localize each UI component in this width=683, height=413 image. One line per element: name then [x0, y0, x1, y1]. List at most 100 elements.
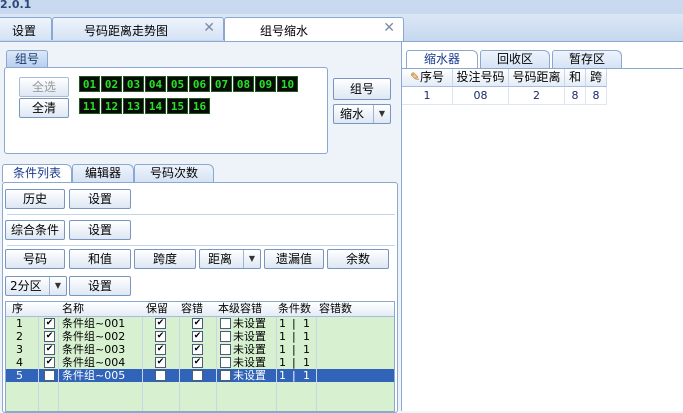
level-tolerance-checkbox[interactable] — [220, 370, 231, 381]
column-header-span[interactable]: 跨 — [586, 69, 607, 87]
number-cell[interactable]: 15 — [167, 98, 188, 114]
row-tolerance-count: 1 — [303, 330, 310, 343]
tab-recycle[interactable]: 回收区 — [480, 50, 550, 68]
settings-button[interactable]: 设置 — [69, 276, 131, 296]
settings-button[interactable]: 设置 — [69, 189, 131, 209]
combined-condition-button[interactable]: 综合条件 — [5, 220, 65, 240]
column-header-bet[interactable]: 投注号码 — [453, 69, 509, 87]
number-cell[interactable]: 16 — [189, 98, 210, 114]
table-row[interactable]: 5 ✔ 条件组~005 ✔ ✔ 未设置 1 | 1 — [6, 369, 394, 382]
number-button[interactable]: 号码 — [5, 249, 65, 269]
shrink-dropdown[interactable]: 缩水 ▼ — [333, 104, 391, 124]
level-tolerance-checkbox[interactable] — [220, 318, 231, 329]
main-tab-strip: 设置 号码距离走势图 ✕ 组号缩水 ✕ — [0, 14, 683, 42]
tab-temp[interactable]: 暂存区 — [552, 50, 622, 68]
column-header-sum[interactable]: 和 — [565, 69, 586, 87]
row-condition-count: 1 — [279, 330, 286, 343]
keep-checkbox[interactable]: ✔ — [155, 318, 166, 329]
span-button[interactable]: 跨度 — [134, 249, 196, 269]
keep-checkbox[interactable]: ✔ — [155, 344, 166, 355]
row-condition-count: 1 — [279, 356, 286, 369]
column-header-distance[interactable]: 号码距离 — [509, 69, 565, 87]
number-cell[interactable]: 13 — [123, 98, 144, 114]
level-tolerance-checkbox[interactable] — [220, 331, 231, 342]
result-cell[interactable]: 8 — [565, 87, 586, 105]
divider — [7, 214, 395, 215]
number-cell[interactable]: 08 — [233, 76, 254, 92]
missing-value-button[interactable]: 遗漏值 — [264, 249, 324, 269]
tab-group-shrink[interactable]: 组号缩水 ✕ — [224, 17, 404, 41]
keep-checkbox[interactable]: ✔ — [155, 370, 166, 381]
number-cell[interactable]: 06 — [189, 76, 210, 92]
number-cell[interactable]: 05 — [167, 76, 188, 92]
result-cell[interactable]: 1 — [402, 87, 453, 105]
distance-dropdown[interactable]: 距离 ▼ — [199, 249, 261, 269]
result-cell[interactable]: 2 — [509, 87, 565, 105]
history-button[interactable]: 历史 — [5, 189, 65, 209]
tab-condition-list[interactable]: 条件列表 — [2, 164, 72, 182]
row-name: 条件组~002 — [62, 330, 126, 343]
table-row[interactable]: 4 ✔ 条件组~004 ✔ ✔ 未设置 1 | 1 — [6, 356, 394, 369]
sum-button[interactable]: 和值 — [69, 249, 131, 269]
close-icon[interactable]: ✕ — [203, 20, 215, 36]
row-name: 条件组~003 — [62, 343, 126, 356]
row-checkbox[interactable]: ✔ — [44, 357, 55, 368]
row-checkbox[interactable]: ✔ — [44, 318, 55, 329]
tolerance-checkbox[interactable]: ✔ — [192, 344, 203, 355]
keep-checkbox[interactable]: ✔ — [155, 357, 166, 368]
row-checkbox[interactable]: ✔ — [44, 344, 55, 355]
number-cell[interactable]: 07 — [211, 76, 232, 92]
settings-button[interactable]: 设置 — [69, 220, 131, 240]
divider — [7, 245, 395, 246]
table-row[interactable]: 1 ✔ 条件组~001 ✔ ✔ 未设置 1 | 1 — [6, 317, 394, 330]
condition-grid: 序 名称 保留 容错 本级容错 条件数 容错数 1 ✔ 条件组~001 ✔ ✔ 未设置 1 |… — [5, 301, 395, 412]
level-tolerance-checkbox[interactable] — [220, 344, 231, 355]
row-condition-count: 1 — [279, 369, 286, 382]
tolerance-checkbox[interactable]: ✔ — [192, 331, 203, 342]
number-cell[interactable]: 01 — [79, 76, 100, 92]
version-text: 2.0.1 — [0, 0, 32, 11]
result-cell[interactable]: 08 — [453, 87, 509, 105]
number-cell[interactable]: 10 — [277, 76, 298, 92]
row-tolerance-count: 1 — [303, 343, 310, 356]
group-button[interactable]: 组号 — [333, 78, 391, 100]
cell-separator: | — [292, 330, 296, 343]
row-checkbox[interactable]: ✔ — [44, 370, 55, 381]
number-cell[interactable]: 12 — [101, 98, 122, 114]
tolerance-checkbox[interactable]: ✔ — [192, 318, 203, 329]
row-checkbox[interactable]: ✔ — [44, 331, 55, 342]
row-level-tolerance: 未设置 — [233, 330, 266, 343]
zone-dropdown[interactable]: 2分区 ▼ — [5, 276, 67, 296]
group-number-box: 全选 全清 01 02 03 04 05 06 07 08 09 10 11 12 13 14 15 16 — [4, 67, 328, 154]
row-name: 条件组~004 — [62, 356, 126, 369]
remainder-button[interactable]: 余数 — [327, 249, 389, 269]
number-cell[interactable]: 04 — [145, 76, 166, 92]
tolerance-checkbox[interactable]: ✔ — [192, 370, 203, 381]
tab-number-count[interactable]: 号码次数 — [134, 164, 214, 182]
number-cell[interactable]: 09 — [255, 76, 276, 92]
cell-separator: | — [292, 356, 296, 369]
table-row[interactable]: 3 ✔ 条件组~003 ✔ ✔ 未设置 1 | 1 — [6, 343, 394, 356]
select-all-button[interactable]: 全选 — [19, 77, 69, 97]
column-header-seq[interactable]: ✎序号 — [402, 69, 453, 87]
number-cell[interactable]: 02 — [101, 76, 122, 92]
number-cell[interactable]: 14 — [145, 98, 166, 114]
close-icon[interactable]: ✕ — [383, 20, 395, 36]
number-cell[interactable]: 11 — [79, 98, 100, 114]
keep-checkbox[interactable]: ✔ — [155, 331, 166, 342]
tab-editor[interactable]: 编辑器 — [72, 164, 134, 182]
level-tolerance-checkbox[interactable] — [220, 357, 231, 368]
column-divider — [58, 317, 59, 411]
column-divider — [216, 317, 217, 411]
result-cell[interactable]: 8 — [586, 87, 607, 105]
tab-settings[interactable]: 设置 — [0, 17, 52, 40]
left-panel: 组号 全选 全清 01 02 03 04 05 06 07 08 09 10 11 12 13 14 15… — [0, 42, 400, 413]
row-name: 条件组~005 — [62, 369, 126, 382]
number-cell[interactable]: 03 — [123, 76, 144, 92]
tab-number-distance-trend[interactable]: 号码距离走势图 ✕ — [52, 17, 224, 40]
tolerance-checkbox[interactable]: ✔ — [192, 357, 203, 368]
clear-all-button[interactable]: 全清 — [19, 98, 69, 118]
row-seq: 4 — [16, 356, 23, 369]
tab-shrinker[interactable]: 缩水器 — [406, 50, 478, 68]
table-row[interactable]: 2 ✔ 条件组~002 ✔ ✔ 未设置 1 | 1 — [6, 330, 394, 343]
